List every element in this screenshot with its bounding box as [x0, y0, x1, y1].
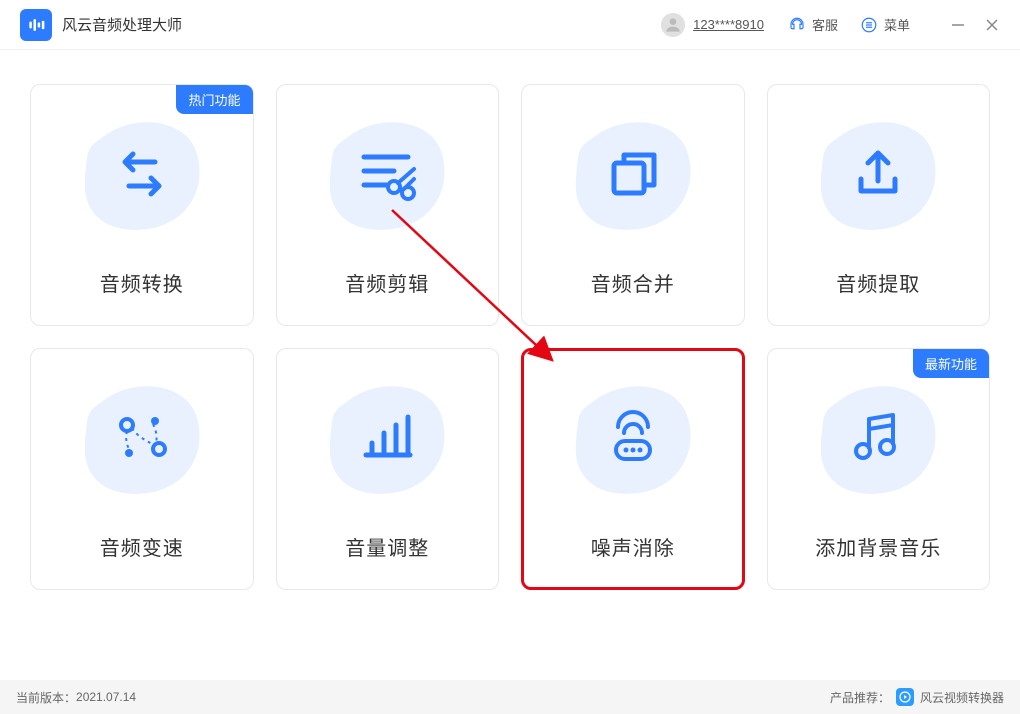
app-logo: [20, 9, 52, 41]
card-label: 音频剪辑: [345, 268, 429, 297]
headset-icon: [788, 16, 806, 34]
footer: 当前版本： 2021.07.14 产品推荐： 风云视频转换器: [0, 680, 1020, 714]
card-audio-edit[interactable]: 音频剪辑: [276, 84, 500, 326]
convert-icon: [105, 137, 179, 211]
version-label: 当前版本：: [16, 689, 76, 706]
card-label: 音频转换: [100, 268, 184, 297]
card-audio-extract[interactable]: 音频提取: [767, 84, 991, 326]
card-audio-speed[interactable]: 音频变速: [30, 348, 254, 590]
main-content: 热门功能 音频转换 音频剪辑: [0, 50, 1020, 610]
service-label: 客服: [812, 15, 838, 34]
card-label: 音频提取: [836, 268, 920, 297]
hot-badge: 热门功能: [176, 85, 252, 114]
app-title: 风云音频处理大师: [62, 14, 182, 35]
titlebar: 风云音频处理大师 123****8910 客服 菜单: [0, 0, 1020, 50]
menu-label: 菜单: [884, 15, 910, 34]
menu-icon: [860, 16, 878, 34]
card-bg-music[interactable]: 最新功能 添加背景音乐: [767, 348, 991, 590]
card-audio-convert[interactable]: 热门功能 音频转换: [30, 84, 254, 326]
card-label: 音频变速: [100, 532, 184, 561]
username-label: 123****8910: [693, 17, 764, 32]
menu-button[interactable]: 菜单: [860, 15, 910, 34]
customer-service-button[interactable]: 客服: [788, 15, 838, 34]
card-label: 噪声消除: [591, 532, 675, 561]
card-noise-removal[interactable]: 噪声消除: [521, 348, 745, 590]
new-badge: 最新功能: [913, 349, 989, 378]
merge-icon: [596, 137, 670, 211]
minimize-button[interactable]: [950, 17, 966, 33]
card-label: 添加背景音乐: [815, 532, 941, 561]
recommend-icon: [896, 688, 914, 706]
music-icon: [841, 401, 915, 475]
avatar-icon: [661, 13, 685, 37]
card-volume-adjust[interactable]: 音量调整: [276, 348, 500, 590]
speed-icon: [105, 401, 179, 475]
scissors-icon: [350, 137, 424, 211]
recommend-label: 产品推荐：: [830, 689, 890, 706]
feature-grid: 热门功能 音频转换 音频剪辑: [30, 84, 990, 590]
user-info[interactable]: 123****8910: [661, 13, 764, 37]
card-audio-merge[interactable]: 音频合并: [521, 84, 745, 326]
close-button[interactable]: [984, 17, 1000, 33]
noise-icon: [596, 401, 670, 475]
recommend-name[interactable]: 风云视频转换器: [920, 689, 1004, 706]
version-value: 2021.07.14: [76, 690, 136, 704]
volume-icon: [350, 401, 424, 475]
extract-icon: [841, 137, 915, 211]
card-label: 音量调整: [345, 532, 429, 561]
card-label: 音频合并: [591, 268, 675, 297]
